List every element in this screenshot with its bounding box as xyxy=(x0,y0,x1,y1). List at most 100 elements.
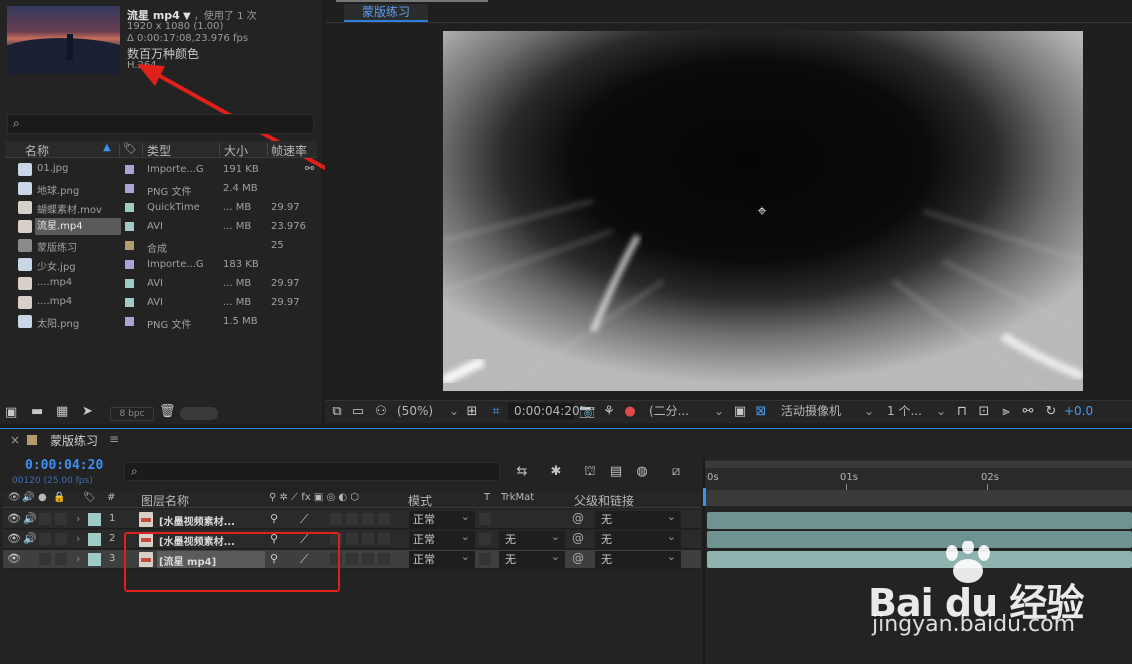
render-queue-icon[interactable]: ➤ xyxy=(82,404,93,419)
column-name[interactable]: 名称 xyxy=(25,142,49,159)
label-tag-icon[interactable]: 🏷 xyxy=(83,492,96,503)
label-chip[interactable] xyxy=(125,165,134,174)
new-folder-icon[interactable]: ▬ xyxy=(31,404,43,419)
layer-bar[interactable] xyxy=(707,551,1132,568)
file-row[interactable]: ....mp4 AVI ... MB 29.97 xyxy=(5,274,305,293)
shy-layers-icon[interactable]: ⛫ xyxy=(580,463,600,481)
close-icon[interactable]: × xyxy=(10,433,20,447)
column-type[interactable]: 类型 xyxy=(147,142,171,159)
solo-toggle[interactable] xyxy=(39,533,51,545)
bit-depth-button[interactable]: 8 bpc xyxy=(110,407,154,421)
chevron-right-icon[interactable]: › xyxy=(76,532,80,545)
anchor-point-icon[interactable]: ⌖ xyxy=(753,202,771,220)
eye-icon[interactable]: 👁 xyxy=(7,512,21,525)
trkmat-dropdown[interactable]: 无 xyxy=(499,528,565,548)
file-row[interactable]: 蒙版练习 合成 25 xyxy=(5,236,305,255)
file-row[interactable]: 蝴蝶素材.mov QuickTime ... MB 29.97 xyxy=(5,198,305,217)
label-chip[interactable] xyxy=(125,279,134,288)
lock-toggle[interactable] xyxy=(55,513,67,525)
file-row[interactable]: 少女.jpg Importe...G 183 KB xyxy=(5,255,305,274)
lock-toggle[interactable] xyxy=(55,533,67,545)
label-chip[interactable] xyxy=(125,203,134,212)
thumbnail-size-slider[interactable] xyxy=(180,407,218,420)
parent-dropdown[interactable]: 无 xyxy=(595,508,681,528)
label-chip[interactable] xyxy=(88,533,101,546)
timeline-icon[interactable]: ⊡ xyxy=(976,403,992,420)
blend-mode-dropdown[interactable]: 正常 xyxy=(409,508,475,528)
views-dropdown[interactable]: 1 个... xyxy=(887,403,922,420)
exposure-value[interactable]: +0.0 xyxy=(1064,403,1093,420)
zoom-dropdown[interactable]: (50%) xyxy=(397,403,433,420)
panel-menu-icon[interactable]: ≡ xyxy=(109,432,119,446)
label-chip[interactable] xyxy=(88,513,101,526)
monitor-icon[interactable]: ▭ xyxy=(350,403,366,420)
trkmat-dropdown[interactable]: 无 xyxy=(499,548,565,568)
camera-dropdown[interactable]: 活动摄像机 xyxy=(781,403,841,420)
chevron-down-icon[interactable]: ⌄ xyxy=(864,403,874,420)
flowchart-icon[interactable]: ⚯ xyxy=(1020,403,1036,420)
fast-previews-icon[interactable]: ▣ xyxy=(732,403,748,420)
timeline-timecode[interactable]: 0:00:04:20 xyxy=(25,458,103,473)
safe-margins-icon[interactable]: ⊞ xyxy=(464,403,480,420)
chevron-down-icon[interactable]: ⌄ xyxy=(714,403,724,420)
column-t[interactable]: T xyxy=(484,492,490,503)
column-layer-name[interactable]: 图层名称 xyxy=(141,492,189,509)
interpret-footage-icon[interactable]: ▣ xyxy=(5,405,17,420)
layer-row[interactable]: 👁🔊 › 1 [水墨视频素材... ⚲ ⟋ 正常 @ 无 xyxy=(3,508,701,529)
toggle-3d-icon[interactable]: ⊓ xyxy=(954,403,970,420)
switch-box[interactable] xyxy=(378,513,390,525)
tab-timeline-comp[interactable]: 蒙版练习 xyxy=(50,432,98,449)
column-trkmat[interactable]: TrkMat xyxy=(501,492,534,503)
layer-bar[interactable] xyxy=(707,531,1132,548)
blend-mode-dropdown[interactable]: 正常 xyxy=(409,548,475,568)
layer-row[interactable]: 👁🔊›2[水墨视频素材...⚲⟋正常无@无 xyxy=(3,528,701,549)
solo-toggle[interactable] xyxy=(39,513,51,525)
pick-whip-icon[interactable]: @ xyxy=(572,531,584,545)
time-navigator[interactable] xyxy=(705,461,1132,468)
trash-icon[interactable]: 🗑 xyxy=(159,404,176,419)
chevron-right-icon[interactable]: › xyxy=(76,552,80,565)
label-chip[interactable] xyxy=(125,260,134,269)
switch-box[interactable] xyxy=(346,553,358,565)
layer-bar[interactable] xyxy=(707,512,1132,529)
playhead[interactable] xyxy=(703,488,706,506)
label-chip[interactable] xyxy=(125,317,134,326)
comp-mini-flowchart-icon[interactable]: ⇆ xyxy=(512,463,532,481)
file-row[interactable]: ....mp4 AVI ... MB 29.97 xyxy=(5,293,305,312)
comp-flowchart-icon[interactable]: ⫸ xyxy=(998,403,1014,420)
lock-icon[interactable]: 🔒 xyxy=(53,492,65,503)
pick-whip-icon[interactable]: @ xyxy=(572,551,584,565)
camera-snapshot-icon[interactable]: 📷 xyxy=(579,403,595,420)
switch-box[interactable] xyxy=(330,513,342,525)
motion-blur-icon[interactable]: ◍ xyxy=(632,463,652,481)
chevron-right-icon[interactable]: › xyxy=(76,512,80,525)
speaker-icon[interactable]: 🔊 xyxy=(23,512,37,525)
speaker-icon[interactable]: 🔊 xyxy=(23,532,37,545)
work-area-bar[interactable] xyxy=(705,490,1132,506)
timeline-search-input[interactable]: ⌕ xyxy=(124,462,500,481)
tab-composition[interactable]: 蒙版练习 xyxy=(344,4,428,22)
file-row[interactable]: 太阳.png PNG 文件 1.5 MB xyxy=(5,312,305,331)
new-composition-icon[interactable]: ▦ xyxy=(56,404,68,419)
show-snapshot-icon[interactable]: ⚘ xyxy=(601,403,617,420)
eye-icon[interactable]: 👁 xyxy=(8,492,21,503)
file-row[interactable]: 流星.mp4 AVI ... MB 23.976 xyxy=(5,217,306,236)
reset-exposure-icon[interactable]: ↻ xyxy=(1043,403,1059,420)
column-size[interactable]: 大小 xyxy=(224,142,248,159)
label-tag-icon[interactable]: 🏷 xyxy=(123,142,137,155)
speaker-icon[interactable]: 🔊 xyxy=(22,492,34,503)
switches-icons[interactable]: ⚲ ✲ ⟋ fx ▣ ◎ ◐ ⬡ xyxy=(269,492,359,503)
switch-box[interactable] xyxy=(378,533,390,545)
quality-switch-icon[interactable]: ⟋ xyxy=(300,512,308,527)
pick-whip-icon[interactable]: @ xyxy=(572,511,584,525)
resolution-dropdown[interactable]: (二分... xyxy=(649,403,689,420)
column-parent[interactable]: 父级和链接 xyxy=(574,492,634,509)
column-mode[interactable]: 模式 xyxy=(408,492,432,509)
shy-switch-icon[interactable]: ⚲ xyxy=(270,512,278,525)
graph-editor-icon[interactable]: ⧄ xyxy=(666,463,686,481)
viewer-timecode[interactable]: 0:00:04:20 xyxy=(508,403,580,420)
layer-row[interactable]: 👁›3[流星 mp4]⚲⟋正常无@无 xyxy=(3,548,701,569)
file-row[interactable]: 地球.png PNG 文件 2.4 MB xyxy=(5,179,305,198)
label-chip[interactable] xyxy=(125,222,134,231)
transparency-grid-icon[interactable]: ⊠ xyxy=(753,403,769,420)
